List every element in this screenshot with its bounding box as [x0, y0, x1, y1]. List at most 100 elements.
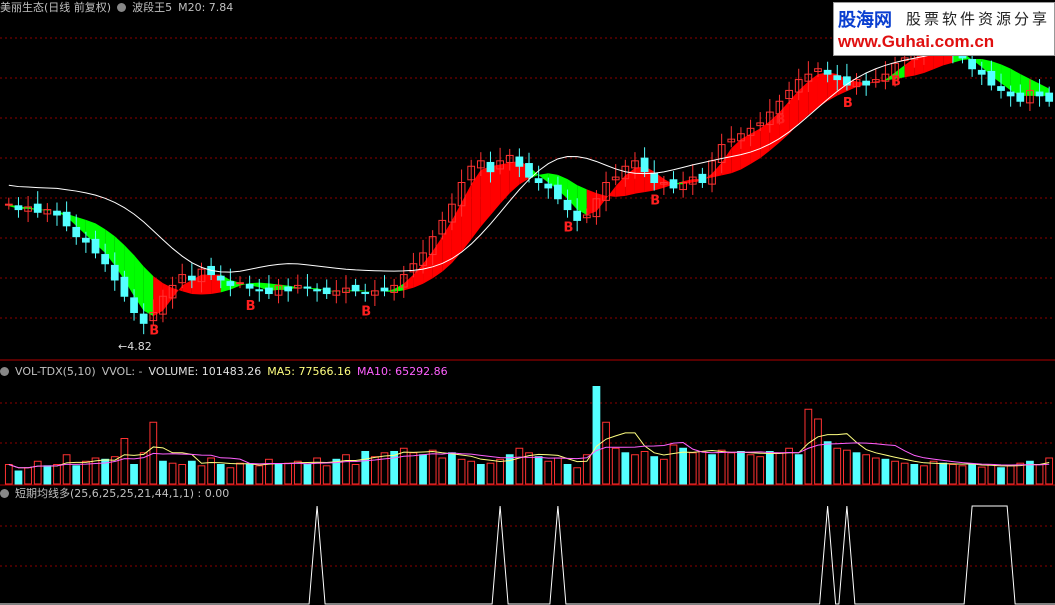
volume-bar — [120, 438, 129, 485]
indicator-name[interactable]: 波段王5 — [132, 1, 172, 14]
volume-bar — [804, 408, 813, 485]
volume-bar — [168, 462, 177, 485]
volume-bar — [544, 460, 553, 485]
volume-bar — [1045, 457, 1054, 485]
volume-bar — [216, 464, 225, 485]
volume-bar — [130, 464, 138, 485]
ribbon-segment — [817, 72, 828, 108]
volume-bars — [4, 386, 1054, 485]
ribbon-segment — [394, 283, 404, 292]
candle-body — [361, 291, 370, 295]
candle-body — [72, 226, 81, 238]
volume-bar — [746, 454, 755, 485]
stock-chart[interactable]: B B B B B B B B ←4.82 — [0, 0, 1055, 605]
buy-signal-label: B — [650, 194, 660, 209]
volume-bar — [708, 454, 716, 485]
volume-bar — [207, 457, 215, 485]
volume-bar — [765, 451, 774, 485]
volume-bar — [891, 460, 899, 485]
volume-bar — [862, 454, 871, 485]
candle-body — [139, 313, 148, 324]
signal-line — [0, 505, 1055, 605]
buy-signal-label: B — [775, 112, 785, 127]
volume-bar — [929, 460, 938, 485]
ribbon-segment — [413, 263, 424, 288]
volume-bar — [361, 451, 370, 485]
ribbon-segment — [432, 236, 443, 279]
ribbon-segment — [172, 285, 183, 299]
candle-body — [515, 156, 524, 167]
ribbon-segment — [480, 166, 491, 227]
volume-bar — [717, 449, 726, 485]
volume-bar — [977, 466, 986, 485]
candle-body — [82, 237, 90, 243]
candle-body — [1016, 92, 1025, 102]
volume-bar — [197, 465, 206, 485]
ribbon-segment — [182, 280, 192, 294]
ribbon-segment — [461, 184, 472, 252]
volume-bar — [438, 457, 447, 485]
buy-signal-label: B — [891, 74, 901, 89]
volume-bar — [476, 464, 485, 485]
candle-body — [698, 173, 707, 183]
candle-body — [573, 210, 582, 221]
volume-bar — [631, 454, 639, 485]
candle-body — [120, 276, 129, 297]
volume-bar — [650, 456, 659, 485]
volume-bar — [881, 458, 890, 485]
volume-bar — [785, 447, 793, 485]
ribbon-segment — [712, 162, 722, 178]
buy-signal-label: B — [361, 305, 371, 320]
candle-body — [245, 283, 254, 289]
candle-body — [554, 184, 562, 200]
toggle-dot-icon[interactable] — [117, 3, 127, 12]
volume-header: VOL-TDX(5,10) VVOL: - VOLUME: 101483.26 MA5… — [0, 364, 454, 380]
volume-bar — [910, 464, 919, 485]
toggle-dot-icon[interactable] — [0, 489, 9, 498]
volume-bar — [554, 457, 562, 485]
logo-url: www.Guhai.com.cn — [838, 32, 995, 51]
candle-body — [226, 281, 235, 286]
candle-body — [862, 80, 871, 86]
candle-body — [977, 69, 986, 75]
toggle-dot-icon[interactable] — [0, 367, 9, 376]
vol-indicator-name[interactable]: VOL-TDX(5,10) — [15, 365, 96, 378]
candle-body — [101, 254, 110, 265]
volume-bar — [43, 465, 52, 485]
candle-body — [4, 203, 13, 206]
volume-bar — [293, 460, 302, 485]
volume-bar — [669, 444, 678, 485]
candle-body — [216, 275, 225, 281]
volume-bar — [958, 465, 967, 485]
volume-bar — [24, 467, 32, 485]
ribbon-segment — [403, 274, 414, 291]
ribbon-segment — [740, 133, 751, 170]
volume-bar — [592, 386, 601, 485]
volume-bar — [563, 464, 572, 485]
volume-bar — [236, 462, 244, 485]
volume-bar — [159, 460, 167, 485]
candle-body — [130, 297, 138, 313]
candle-body — [669, 179, 678, 189]
ribbon-segment — [683, 179, 693, 185]
signal-indicator-name[interactable]: 短期均线多(25,6,25,25,21,44,1,1) : 0.00 — [15, 487, 229, 500]
volume-bar — [409, 452, 418, 485]
volume-bar — [82, 460, 90, 485]
candle-body — [650, 172, 659, 184]
candle-body — [833, 75, 842, 81]
volume-bar — [428, 449, 437, 485]
volume-bar — [698, 451, 707, 485]
volume-bar — [737, 451, 745, 485]
candle-body — [987, 70, 996, 86]
ribbon-segment — [789, 90, 799, 134]
volume-bar — [814, 418, 822, 485]
volume-bar — [582, 454, 591, 485]
signal-header: 短期均线多(25,6,25,25,21,44,1,1) : 0.00 — [0, 486, 235, 502]
vvol-value: VVOL: - — [101, 365, 143, 378]
stock-title[interactable]: 美丽生态(日线 前复权) — [0, 1, 111, 14]
ma20-value: M20: 7.84 — [178, 1, 234, 14]
volume-bar — [33, 460, 42, 485]
candle-body — [525, 163, 533, 178]
volume-bar — [380, 452, 389, 485]
candle-body — [53, 210, 61, 216]
